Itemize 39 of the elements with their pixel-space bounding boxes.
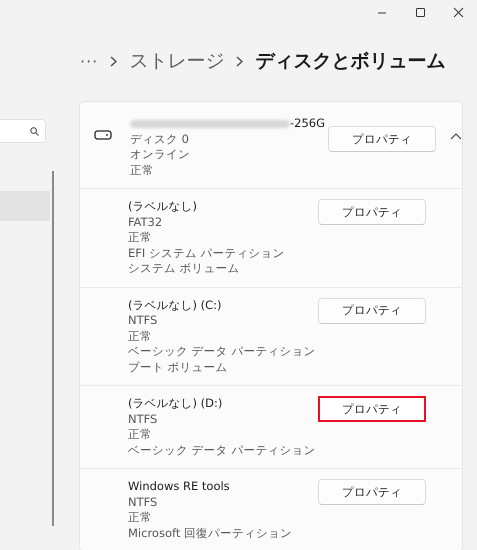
volume-detail: ベーシック データ パーティション: [128, 344, 316, 360]
volume-title: (ラベルなし): [128, 199, 198, 214]
volume-detail: ベーシック データ パーティション: [128, 442, 316, 458]
properties-button[interactable]: プロパティ: [318, 199, 426, 225]
drive-icon: [94, 130, 112, 140]
disk-name: -256G: [290, 116, 326, 132]
properties-button[interactable]: プロパティ: [318, 298, 426, 324]
volume-detail: ブート ボリューム: [128, 360, 229, 375]
volume-detail: 正常: [128, 427, 153, 442]
volume-title: Windows RE tools: [128, 479, 231, 494]
volume-detail: 正常: [128, 230, 153, 246]
disk-detail: 正常: [130, 162, 155, 178]
volume-title: (ラベルなし) (C:): [128, 298, 223, 313]
properties-button[interactable]: プロパティ: [318, 396, 426, 422]
volume-detail: システム ボリューム: [128, 261, 241, 276]
disk-detail: オンライン: [130, 147, 191, 162]
breadcrumb-item: ディスクとボリューム: [255, 49, 446, 74]
volume-detail: EFI システム パーティション: [128, 246, 286, 261]
volume-title: (ラベルなし) (D:): [128, 396, 224, 412]
chevron-up-icon[interactable]: [450, 132, 462, 140]
search-icon: [30, 126, 39, 136]
chevron-right-icon: [236, 56, 244, 66]
properties-button[interactable]: プロパティ: [328, 126, 436, 152]
chevron-right-icon: [110, 56, 118, 66]
maximize-icon[interactable]: [414, 6, 426, 18]
more-button[interactable]: ···: [80, 52, 98, 70]
search-field[interactable]: [0, 119, 46, 143]
volume-detail: NTFS: [128, 313, 158, 328]
breadcrumb-item[interactable]: ストレージ: [129, 48, 224, 74]
volume-detail: FAT32: [128, 214, 164, 230]
volume-detail: NTFS: [128, 412, 158, 427]
volume-detail: NTFS: [128, 494, 158, 510]
volume-detail: 正常: [128, 510, 153, 526]
properties-button[interactable]: プロパティ: [318, 479, 426, 505]
disk-detail: ディスク 0: [130, 132, 190, 147]
volume-detail: Microsoft 回復パーティション: [128, 526, 293, 541]
volume-detail: 正常: [128, 328, 153, 344]
close-icon[interactable]: [452, 6, 464, 18]
scrollbar[interactable]: [52, 171, 54, 526]
